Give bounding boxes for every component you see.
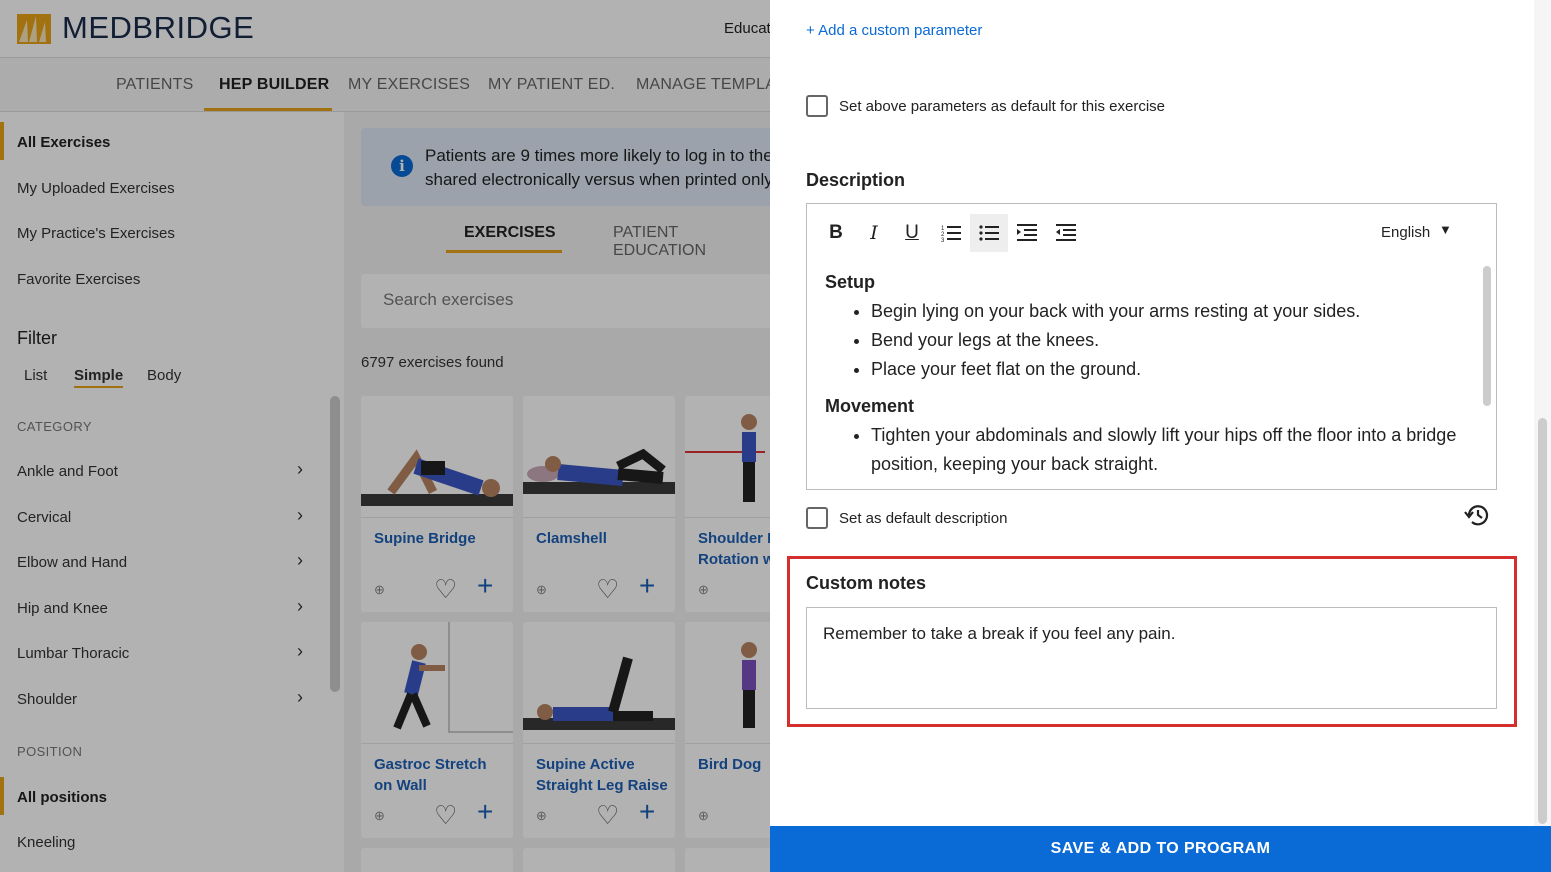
movement-list: Tighten your abdominals and slowly lift … — [825, 421, 1461, 479]
ordered-list-icon[interactable]: 123 — [932, 214, 970, 252]
list-item: Begin lying on your back with your arms … — [871, 297, 1461, 326]
bold-icon[interactable]: B — [817, 214, 855, 252]
list-item: Place your feet flat on the ground. — [871, 355, 1461, 384]
svg-text:3: 3 — [941, 238, 945, 242]
save-add-to-program-button[interactable]: SAVE & ADD TO PROGRAM — [770, 826, 1551, 872]
language-select[interactable]: English — [1381, 224, 1430, 241]
caret-down-icon[interactable]: ▼ — [1439, 222, 1452, 237]
outdent-icon[interactable] — [1047, 214, 1085, 252]
description-title: Description — [806, 170, 906, 190]
setup-list: Begin lying on your back with your arms … — [825, 297, 1461, 384]
default-params-label: Set above parameters as default for this… — [839, 98, 1166, 115]
description-editor: B I U 123 English ▼ Setup Begin lying on… — [806, 203, 1497, 490]
underline-icon[interactable]: U — [893, 214, 931, 252]
custom-notes-title: Custom notes — [806, 573, 927, 593]
default-description-checkbox[interactable] — [806, 507, 828, 529]
history-icon[interactable] — [1464, 503, 1490, 534]
default-description-label: Set as default description — [839, 510, 1008, 527]
default-params-checkbox[interactable] — [806, 95, 828, 117]
italic-icon[interactable]: I — [855, 214, 893, 252]
custom-notes-section: Custom notes Remember to take a break if… — [787, 556, 1517, 727]
custom-notes-textarea[interactable]: Remember to take a break if you feel any… — [806, 607, 1497, 709]
bullet-list-icon[interactable] — [970, 214, 1008, 252]
editor-scrollbar[interactable] — [1483, 266, 1491, 406]
indent-icon[interactable] — [1008, 214, 1046, 252]
modal-backdrop[interactable] — [0, 0, 770, 872]
movement-heading: Movement — [825, 396, 915, 416]
description-content[interactable]: Setup Begin lying on your back with your… — [807, 262, 1479, 489]
panel-scrollbar[interactable] — [1538, 418, 1547, 824]
exercise-editor-panel: + Add a custom parameter Set above param… — [770, 0, 1551, 872]
editor-toolbar: B I U 123 English ▼ — [807, 204, 1496, 262]
setup-heading: Setup — [825, 272, 876, 292]
add-custom-parameter-link[interactable]: + Add a custom parameter — [806, 22, 982, 39]
list-item: Tighten your abdominals and slowly lift … — [871, 421, 1461, 479]
list-item: Bend your legs at the knees. — [871, 326, 1461, 355]
